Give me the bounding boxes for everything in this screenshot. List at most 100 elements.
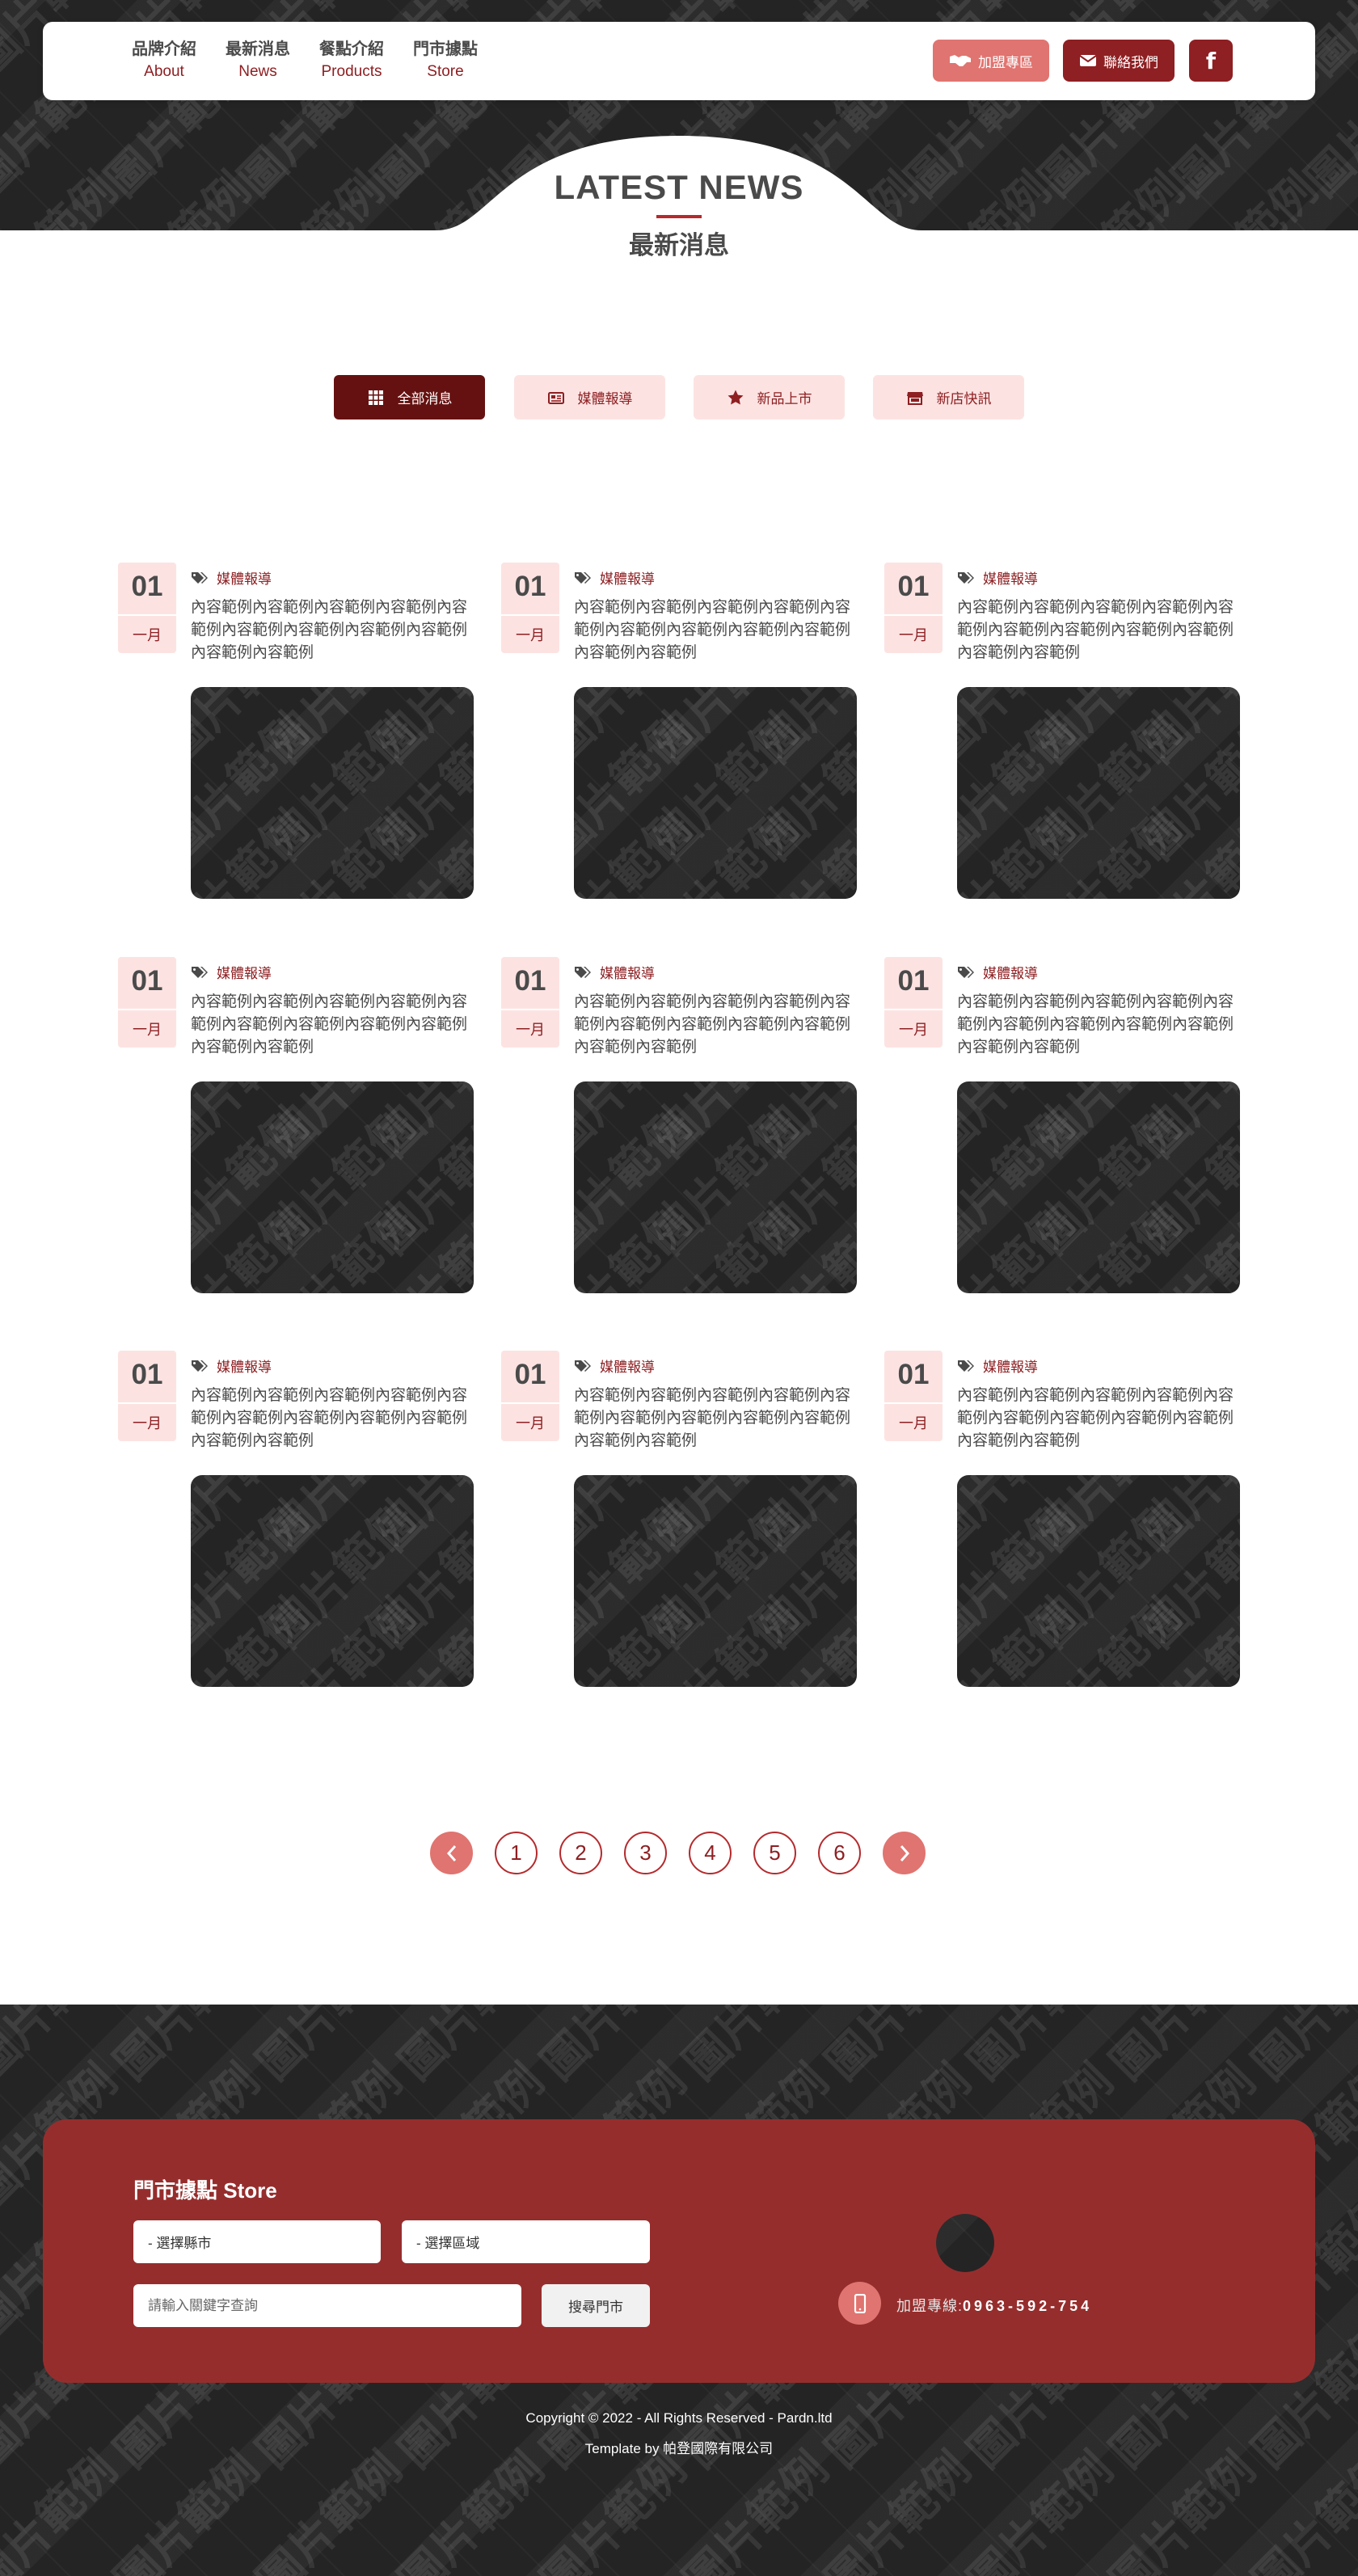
date-badge: 01 一月 [884, 957, 943, 1048]
date-badge: 01 一月 [501, 1351, 559, 1441]
nav-label-zh: 最新消息 [226, 40, 290, 58]
news-card[interactable]: 01 一月 媒體報導 內容範例內容範例內容範例內容範例內容範例內容範例內容範例內容範例… [118, 1351, 474, 1690]
page-2-button[interactable]: 2 [559, 1832, 602, 1874]
news-category[interactable]: 媒體報導 [191, 962, 272, 982]
page-1-button[interactable]: 1 [495, 1832, 538, 1874]
news-card[interactable]: 01 一月 媒體報導內容範例內容範例內容範例內容範例內容範例內容範例內容範例內容範例… [884, 563, 1240, 902]
date-badge: 01 一月 [884, 1351, 943, 1441]
news-category[interactable]: 媒體報導 [574, 567, 655, 588]
nav-item-store[interactable]: 門市據點 Store [413, 38, 478, 83]
category-label: 媒體報導 [600, 571, 655, 587]
date-month: 一月 [516, 1022, 545, 1038]
franchise-hotline[interactable]: 加盟專線:0963-592-754 [896, 2295, 1092, 2316]
contact-us-button[interactable]: 聯絡我們 [1063, 40, 1175, 82]
tags-icon [575, 1360, 591, 1372]
nav-item-products[interactable]: 餐點介紹 Products [319, 38, 384, 83]
news-category[interactable]: 媒體報導 [957, 962, 1038, 982]
news-thumbnail[interactable]: 圖片範例圖片範例圖片範例圖片範例圖片範例圖片範例圖片範例圖片範例圖片範例圖片範例… [191, 1475, 474, 1687]
tab-media-report[interactable]: 媒體報導 [514, 375, 665, 419]
news-excerpt: 內容範例內容範例內容範例內容範例內容範例內容範例內容範例內容範例內容範例內容範例… [191, 1387, 468, 1449]
date-day: 01 [514, 965, 546, 997]
news-thumbnail[interactable]: 圖片範例圖片範例圖片範例圖片範例圖片範例圖片範例圖片範例圖片範例圖片範例圖片範例… [191, 1081, 474, 1293]
news-category[interactable]: 媒體報導 [957, 1355, 1038, 1376]
date-month: 一月 [516, 627, 545, 643]
tab-new-products[interactable]: 新品上市 [694, 375, 845, 419]
date-badge: 01 一月 [884, 563, 943, 653]
tab-label: 媒體報導 [577, 391, 633, 407]
date-month: 一月 [516, 1415, 545, 1431]
news-card[interactable]: 01 一月 媒體報導 內容範例內容範例內容範例內容範例內容範例內容範例內容範例內容範例… [884, 957, 1240, 1296]
date-month: 一月 [133, 1022, 162, 1038]
date-badge: 01 一月 [501, 957, 559, 1048]
category-label: 媒體報導 [983, 966, 1038, 981]
next-page-button[interactable] [883, 1832, 926, 1874]
store-icon [906, 391, 923, 405]
news-excerpt: 內容範例內容範例內容範例內容範例內容範例內容範例內容範例內容範例內容範例內容範例… [957, 599, 1234, 661]
category-label: 媒體報導 [600, 966, 655, 981]
nav-label-zh: 門市據點 [413, 40, 478, 58]
nav-item-about[interactable]: 品牌介紹 About [132, 38, 196, 83]
news-excerpt: 內容範例內容範例內容範例內容範例內容範例內容範例內容範例內容範例內容範例內容範例… [191, 993, 468, 1056]
nav-label-en: News [238, 63, 277, 80]
news-card[interactable]: 01 一月 媒體報導 內容範例內容範例內容範例內容範例內容範例內容範例內容範例內容範例… [501, 957, 857, 1296]
news-card[interactable]: 01 一月 媒體報導內容範例內容範例內容範例內容範例內容範例內容範例內容範例內容範例… [118, 957, 474, 1296]
city-select[interactable]: - 選擇縣市 [133, 2220, 381, 2263]
news-category[interactable]: 媒體報導 [191, 567, 272, 588]
tags-icon [575, 966, 591, 978]
page-3-button[interactable]: 3 [624, 1832, 667, 1874]
title-divider [656, 215, 702, 218]
news-card[interactable]: 01 一月 媒體報導 內容範例內容範例內容範例內容範例內容範例內容範例內容範例內容範例… [501, 1351, 857, 1690]
category-label: 媒體報導 [983, 1360, 1038, 1375]
news-card[interactable]: 01 一月 媒體報導 內容範例內容範例內容範例內容範例內容範例內容範例內容範例內容範例… [501, 563, 857, 902]
nav-item-news[interactable]: 最新消息 News [226, 38, 290, 83]
tab-all-news[interactable]: 全部消息 [334, 375, 485, 419]
search-store-button[interactable]: 搜尋門市 [542, 2284, 650, 2327]
page-title-zh: 最新消息 [629, 231, 729, 259]
category-label: 媒體報導 [217, 571, 272, 587]
news-thumbnail[interactable]: 圖片範例圖片範例圖片範例圖片範例圖片範例圖片範例圖片範例圖片範例圖片範例圖片範例… [574, 1475, 857, 1687]
date-day: 01 [131, 1359, 163, 1390]
tab-new-stores[interactable]: 新店快訊 [873, 375, 1024, 419]
nav-label-en: Store [427, 63, 464, 80]
page-6-button[interactable]: 6 [818, 1832, 861, 1874]
news-thumbnail[interactable]: 圖片範例圖片範例圖片範例圖片範例圖片範例圖片範例圖片範例圖片範例圖片範例圖片範例… [957, 1081, 1240, 1293]
date-day: 01 [897, 965, 930, 997]
news-category[interactable]: 媒體報導 [574, 1355, 655, 1376]
chevron-left-icon [446, 1845, 456, 1861]
date-month: 一月 [899, 627, 928, 643]
district-select[interactable]: - 選擇區域 [402, 2220, 650, 2263]
tab-label: 全部消息 [397, 391, 453, 407]
news-category[interactable]: 媒體報導 [957, 567, 1038, 588]
date-divider [118, 1009, 176, 1010]
date-divider [118, 1402, 176, 1404]
store-search-input[interactable] [133, 2284, 521, 2327]
star-icon [728, 390, 743, 404]
prev-page-button[interactable] [430, 1832, 473, 1874]
category-label: 媒體報導 [983, 571, 1038, 587]
news-thumbnail[interactable]: 圖片範例圖片範例圖片範例圖片範例圖片範例圖片範例圖片範例圖片範例圖片範例圖片範例… [957, 1475, 1240, 1687]
page-4-button[interactable]: 4 [689, 1832, 732, 1874]
join-label: 加盟專區 [978, 54, 1033, 70]
news-category[interactable]: 媒體報導 [574, 962, 655, 982]
date-divider [501, 1402, 559, 1404]
nav-label-zh: 餐點介紹 [319, 40, 384, 58]
news-card[interactable]: 01 一月 媒體報導 內容範例內容範例內容範例內容範例內容範例內容範例內容範例內容範例… [118, 563, 474, 902]
news-thumbnail[interactable]: 圖片範例圖片範例圖片範例圖片範例圖片範例圖片範例圖片範例圖片範例圖片範例圖片範例… [574, 1081, 857, 1293]
date-divider [118, 614, 176, 616]
facebook-button[interactable]: f [1189, 40, 1233, 82]
phone-icon-badge [838, 2282, 881, 2325]
tags-icon [192, 571, 208, 584]
grid-icon [368, 390, 383, 405]
news-card[interactable]: 01 一月 媒體報導 內容範例內容範例內容範例內容範例內容範例內容範例內容範例內容範例… [884, 1351, 1240, 1690]
join-franchise-button[interactable]: 加盟專區 [933, 40, 1049, 82]
date-badge: 01 一月 [118, 957, 176, 1048]
page-5-button[interactable]: 5 [753, 1832, 796, 1874]
site-footer: 圖片範例 圖片範例 圖片範例 圖片範例 圖片範例 圖片範例 圖片範例 圖片範例 圖片範例 圖片範例… [0, 2005, 1358, 2576]
news-thumbnail[interactable]: 圖片範例圖片範例圖片範例圖片範例圖片範例圖片範例圖片範例圖片範例圖片範例圖片範例… [957, 687, 1240, 899]
nav-label-en: About [144, 63, 184, 80]
date-month: 一月 [899, 1022, 928, 1038]
news-category[interactable]: 媒體報導 [191, 1355, 272, 1376]
news-thumbnail[interactable]: 圖片範例圖片範例圖片範例圖片範例圖片範例圖片範例圖片範例圖片範例圖片範例圖片範例… [191, 687, 474, 899]
envelope-icon [1079, 55, 1097, 66]
news-thumbnail[interactable]: 圖片範例圖片範例圖片範例圖片範例圖片範例圖片範例圖片範例圖片範例圖片範例圖片範例… [574, 687, 857, 899]
